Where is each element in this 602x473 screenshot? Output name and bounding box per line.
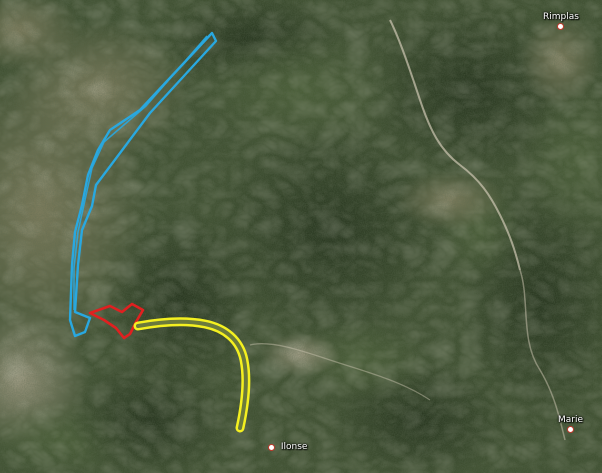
satellite-map[interactable]: Rimplas Ilonse Marie — [0, 0, 602, 473]
terrain-imagery — [0, 0, 602, 473]
